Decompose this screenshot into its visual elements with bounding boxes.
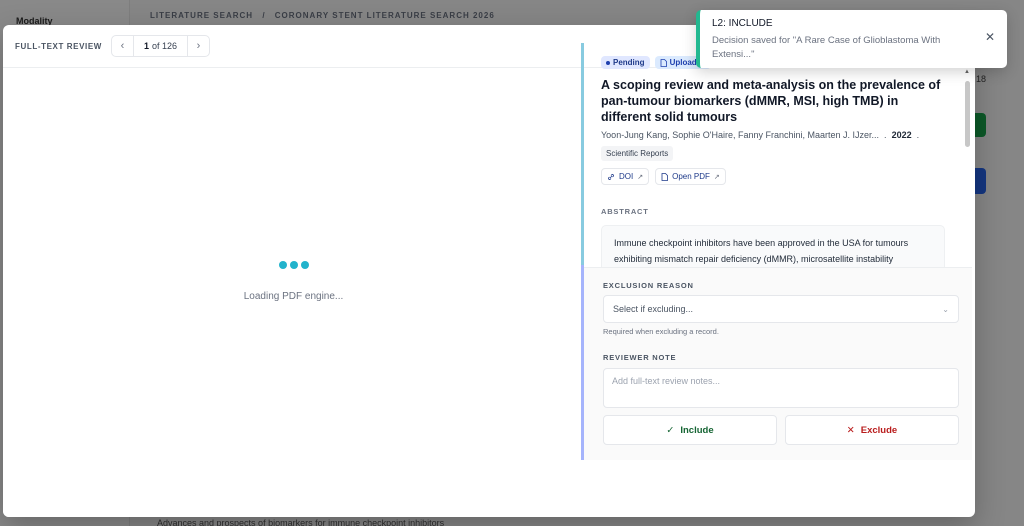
exclusion-reason-select[interactable]: Select if excluding... ⌄ xyxy=(603,295,959,323)
record-meta: Yoon-Jung Kang, Sophie O'Haire, Fanny Fr… xyxy=(601,130,952,140)
journal-badge: Scientific Reports xyxy=(601,146,674,161)
scrollbar-thumb[interactable] xyxy=(965,81,970,147)
pager-current: 1 xyxy=(143,41,149,51)
abstract-heading: ABSTRACT xyxy=(601,207,649,216)
chevron-left-icon[interactable]: ‹ xyxy=(112,36,133,56)
scroll-up-icon[interactable]: ▲ xyxy=(964,69,970,75)
loading-dot xyxy=(279,261,287,269)
exclusion-reason-value: Select if excluding... xyxy=(613,304,694,314)
decision-actions: ✓ Include ✕ Exclude xyxy=(603,415,959,445)
detail-scrollbar[interactable]: ▲ ▼ xyxy=(962,69,972,291)
open-pdf-label: Open PDF xyxy=(672,172,710,181)
toast-notification: L2: INCLUDE Decision saved for "A Rare C… xyxy=(696,10,1007,68)
abstract-text: Immune checkpoint inhibitors have been a… xyxy=(601,225,945,267)
modal-title: FULL-TEXT REVIEW xyxy=(15,41,102,51)
include-label: Include xyxy=(680,424,714,436)
external-link-icon: ↗ xyxy=(713,173,720,181)
loading-dot xyxy=(301,261,309,269)
check-icon: ✓ xyxy=(666,424,675,436)
chevron-down-icon: ⌄ xyxy=(942,304,949,314)
status-badge-pending: Pending xyxy=(601,56,650,69)
link-icon xyxy=(608,173,614,180)
record-authors: Yoon-Jung Kang, Sophie O'Haire, Fanny Fr… xyxy=(601,130,880,140)
pager-total: of 126 xyxy=(151,41,177,51)
loading-spinner xyxy=(279,261,309,269)
external-link-icon: ↗ xyxy=(637,173,644,181)
status-badge-label: Pending xyxy=(613,58,645,67)
exclusion-reason-heading: EXCLUSION REASON xyxy=(603,281,694,290)
exclusion-hint: Required when excluding a record. xyxy=(603,327,719,336)
pager-position: 1 of 126 xyxy=(132,36,188,56)
record-title: A scoping review and meta-analysis on th… xyxy=(601,78,941,124)
include-button[interactable]: ✓ Include xyxy=(603,415,777,445)
doi-label: DOI xyxy=(619,172,634,181)
exclude-label: Exclude xyxy=(860,424,898,436)
record-detail-panel: Pending Uploaded A scoping review and me… xyxy=(584,43,972,267)
file-icon xyxy=(660,58,667,67)
open-pdf-link[interactable]: Open PDF ↗ xyxy=(655,168,726,185)
close-icon[interactable]: ✕ xyxy=(985,30,995,44)
reviewer-note-heading: REVIEWER NOTE xyxy=(603,353,677,362)
toast-message: Decision saved for "A Rare Case of Gliob… xyxy=(712,35,941,60)
pdf-viewer: Loading PDF engine... xyxy=(3,68,584,517)
exclude-button[interactable]: ✕ Exclude xyxy=(785,415,959,445)
loading-dot xyxy=(290,261,298,269)
meta-separator: . xyxy=(884,130,887,140)
close-icon: ✕ xyxy=(846,424,855,436)
loading-text: Loading PDF engine... xyxy=(243,291,344,302)
doi-link[interactable]: DOI ↗ xyxy=(601,168,650,185)
meta-separator: . xyxy=(916,130,920,140)
decision-panel: EXCLUSION REASON Select if excluding... … xyxy=(584,267,972,460)
record-year: 2022 xyxy=(891,130,912,140)
record-pager: ‹ 1 of 126 › xyxy=(110,35,210,57)
file-icon xyxy=(661,172,669,181)
toast-title: L2: INCLUDE xyxy=(712,18,773,29)
status-dot-icon xyxy=(606,60,610,65)
record-links: DOI ↗ Open PDF ↗ xyxy=(601,168,952,185)
reviewer-note-input[interactable]: Add full-text review notes... xyxy=(603,368,959,408)
chevron-right-icon[interactable]: › xyxy=(188,36,209,56)
